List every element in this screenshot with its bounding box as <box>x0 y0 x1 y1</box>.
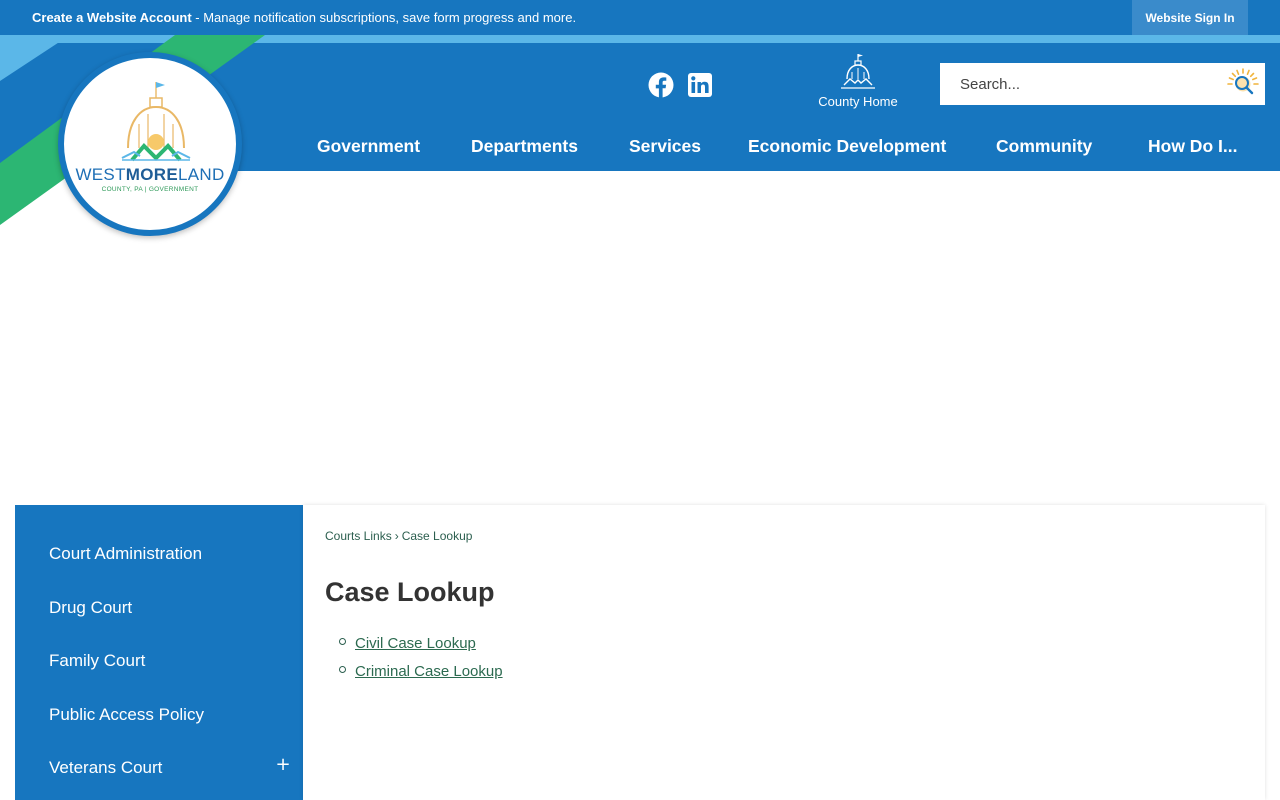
list-item: Criminal Case Lookup <box>339 661 503 689</box>
nav-how-do-i[interactable]: How Do I... <box>1148 136 1237 157</box>
list-item: Civil Case Lookup <box>339 633 503 661</box>
criminal-case-lookup-link[interactable]: Criminal Case Lookup <box>355 663 503 680</box>
civil-case-lookup-link[interactable]: Civil Case Lookup <box>355 635 476 652</box>
linkedin-icon[interactable] <box>687 72 713 98</box>
breadcrumb-current: Case Lookup <box>401 529 473 543</box>
westmoreland-logo[interactable]: WESTMORELAND COUNTY, PA | GOVERNMENT <box>58 52 242 236</box>
search-box <box>940 63 1265 105</box>
page-title: Case Lookup <box>325 577 495 607</box>
facebook-icon[interactable] <box>648 72 674 98</box>
breadcrumb: Courts Links › Case Lookup <box>325 529 472 543</box>
search-icon[interactable] <box>1227 68 1259 100</box>
sidebar-nav: Court Administration Drug Court Family C… <box>15 505 303 800</box>
county-home-label: County Home <box>818 94 898 109</box>
nav-economic-development[interactable]: Economic Development <box>748 136 946 157</box>
breadcrumb-courts-links[interactable]: Courts Links <box>325 529 392 543</box>
breadcrumb-separator: › <box>394 529 399 543</box>
notification-message: Create a Website Account - Manage notifi… <box>32 10 576 25</box>
case-lookup-links: Civil Case Lookup Criminal Case Lookup <box>339 633 503 689</box>
logo-word-more: MORE <box>125 165 178 184</box>
logo-word-land: LAND <box>177 165 225 184</box>
sidebar-item-public-access-policy[interactable]: Public Access Policy <box>49 705 204 725</box>
create-account-link[interactable]: Create a Website Account <box>32 10 192 25</box>
logo-subtitle: COUNTY, PA | GOVERNMENT <box>101 186 199 193</box>
expand-veterans-court-button[interactable]: + <box>274 756 292 774</box>
nav-services[interactable]: Services <box>629 136 701 157</box>
nav-community[interactable]: Community <box>996 136 1092 157</box>
nav-departments[interactable]: Departments <box>471 136 578 157</box>
sidebar-item-veterans-court[interactable]: Veterans Court <box>49 758 162 778</box>
main-navigation: Government Departments Services Economic… <box>290 128 1280 168</box>
sidebar-item-court-administration[interactable]: Court Administration <box>49 544 202 564</box>
header-accent-strip <box>0 35 1280 43</box>
capitol-dome-icon <box>841 54 875 89</box>
website-sign-in-button[interactable]: Website Sign In <box>1132 0 1248 35</box>
county-home-link[interactable]: County Home <box>812 52 904 109</box>
nav-government[interactable]: Government <box>317 136 420 157</box>
main-content: Courts Links › Case Lookup Case Lookup Civ… <box>303 505 1265 800</box>
sidebar-item-drug-court[interactable]: Drug Court <box>49 598 132 618</box>
notification-bar: Create a Website Account - Manage notifi… <box>0 0 1280 35</box>
logo-word-west: WEST <box>75 165 126 184</box>
search-input[interactable] <box>940 63 1220 105</box>
capitol-dome-logo-icon <box>121 82 191 162</box>
notification-text: - Manage notification subscriptions, sav… <box>191 10 577 25</box>
logo-wordmark: WESTMORELAND <box>64 165 236 185</box>
sidebar-item-family-court[interactable]: Family Court <box>49 651 145 671</box>
